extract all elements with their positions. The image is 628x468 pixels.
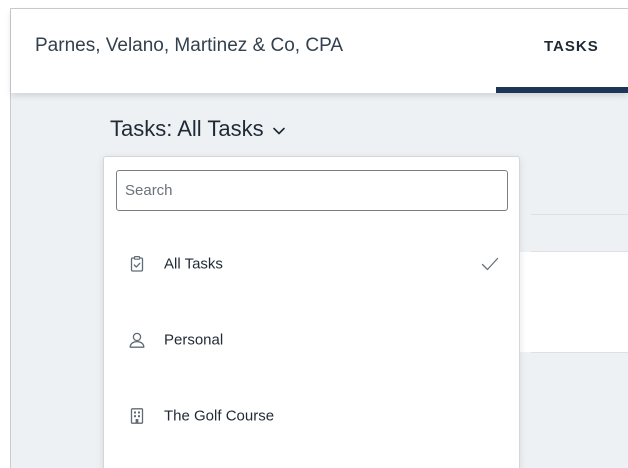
option-personal[interactable]: Personal bbox=[104, 310, 519, 370]
person-icon bbox=[129, 332, 145, 348]
firm-name: Parnes, Velano, Martinez & Co, CPA bbox=[35, 35, 344, 56]
page-title: Tasks: All Tasks bbox=[110, 116, 264, 141]
background-row bbox=[519, 252, 628, 352]
search-input[interactable] bbox=[116, 170, 508, 211]
chevron-down-icon bbox=[272, 127, 285, 135]
option-the-golf-course[interactable]: The Golf Course bbox=[104, 386, 519, 446]
option-label: All Tasks bbox=[164, 255, 223, 273]
option-label: Personal bbox=[164, 331, 224, 349]
tab-active-indicator bbox=[496, 87, 628, 93]
tab-tasks-label: TASKS bbox=[544, 38, 599, 55]
background-divider bbox=[531, 352, 628, 353]
building-icon bbox=[130, 408, 144, 424]
background-divider bbox=[531, 214, 628, 215]
checkmark-icon bbox=[481, 257, 499, 271]
option-label: The Golf Course bbox=[164, 407, 275, 425]
task-filter-toggle[interactable]: Tasks: All Tasks bbox=[110, 116, 285, 142]
top-header: Parnes, Velano, Martinez & Co, CPA TASKS bbox=[11, 9, 628, 93]
option-all-tasks[interactable]: All Tasks bbox=[104, 234, 519, 294]
tab-tasks[interactable]: TASKS bbox=[496, 9, 628, 93]
task-filter-dropdown: All Tasks Personal The Golf Course bbox=[103, 156, 520, 468]
app-window: Parnes, Velano, Martinez & Co, CPA TASKS… bbox=[0, 0, 628, 468]
clipboard-check-icon bbox=[130, 256, 144, 272]
